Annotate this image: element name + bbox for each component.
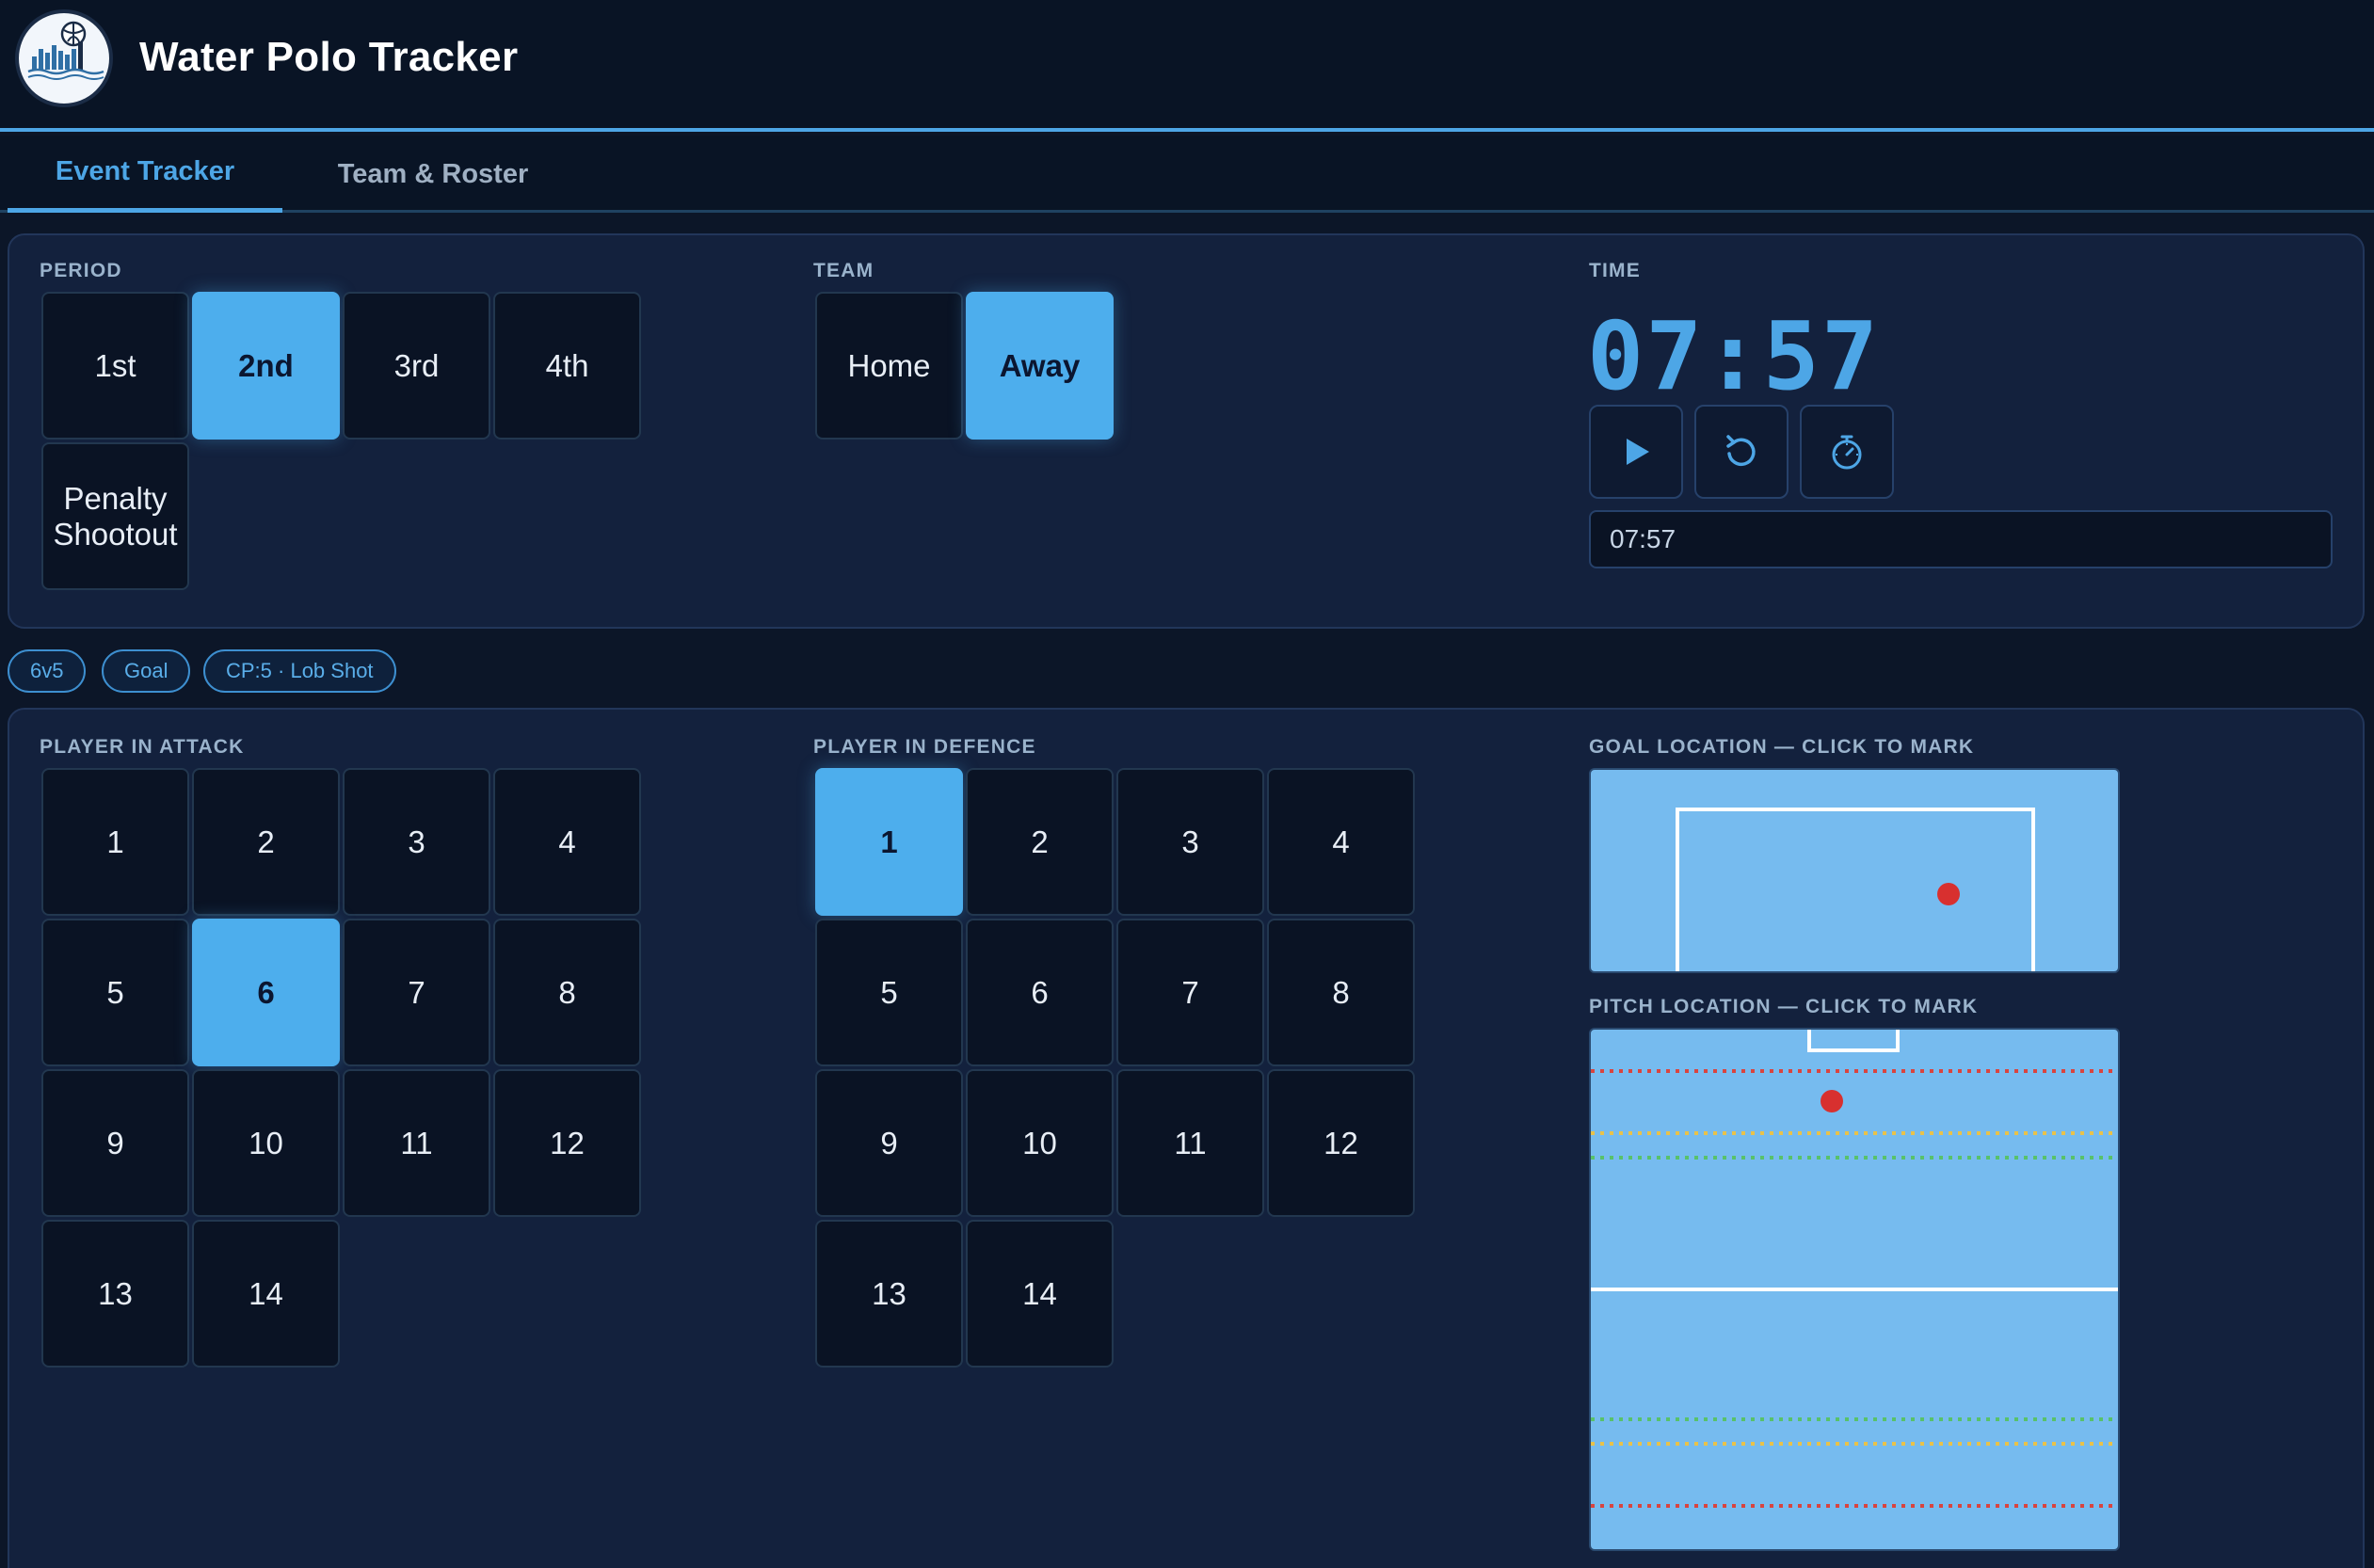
period-1st-button[interactable]: 1st	[41, 292, 189, 440]
time-input[interactable]	[1589, 510, 2333, 568]
play-icon	[1627, 439, 1649, 465]
attack-player-9[interactable]: 9	[41, 1069, 189, 1217]
attack-player-1[interactable]: 1	[41, 768, 189, 916]
defence-player-2[interactable]: 2	[966, 768, 1114, 916]
game-clock: 07:57	[1587, 301, 1881, 411]
defence-player-13[interactable]: 13	[815, 1220, 963, 1368]
attack-player-11[interactable]: 11	[343, 1069, 490, 1217]
attack-player-14[interactable]: 14	[192, 1220, 340, 1368]
app-header: Water Polo Tracker	[0, 0, 2374, 132]
attack-player-3[interactable]: 3	[343, 768, 490, 916]
defence-player-11[interactable]: 11	[1116, 1069, 1264, 1217]
attack-player-5[interactable]: 5	[41, 919, 189, 1066]
attack-player-2[interactable]: 2	[192, 768, 340, 916]
attack-player-4[interactable]: 4	[493, 768, 641, 916]
defence-label: PLAYER IN DEFENCE	[813, 736, 1036, 758]
period-2nd-button[interactable]: 2nd	[192, 292, 340, 440]
period-3rd-button[interactable]: 3rd	[343, 292, 490, 440]
attack-player-10[interactable]: 10	[192, 1069, 340, 1217]
goal-location-label: GOAL LOCATION — CLICK TO MARK	[1589, 736, 1975, 758]
defence-player-9[interactable]: 9	[815, 1069, 963, 1217]
goal-diagram	[1676, 808, 2035, 971]
play-button[interactable]	[1589, 405, 1683, 499]
stopwatch-button[interactable]	[1800, 405, 1894, 499]
goal-location-map[interactable]	[1589, 768, 2120, 973]
attack-player-8[interactable]: 8	[493, 919, 641, 1066]
reset-icon	[1726, 435, 1756, 467]
attack-player-6[interactable]: 6	[192, 919, 340, 1066]
period-4th-button[interactable]: 4th	[493, 292, 641, 440]
app-title: Water Polo Tracker	[139, 34, 519, 80]
app-logo	[15, 9, 113, 107]
pitch-location-label: PITCH LOCATION — CLICK TO MARK	[1589, 996, 1979, 1017]
reset-clock-button[interactable]	[1694, 405, 1789, 499]
defence-player-14[interactable]: 14	[966, 1220, 1114, 1368]
defence-player-7[interactable]: 7	[1116, 919, 1264, 1066]
defence-player-12[interactable]: 12	[1267, 1069, 1415, 1217]
chip-goal[interactable]: Goal	[102, 649, 191, 693]
attack-player-7[interactable]: 7	[343, 919, 490, 1066]
defence-player-1[interactable]: 1	[815, 768, 963, 916]
pitch-goal	[1807, 1030, 1900, 1052]
chip-cp-lob-shot[interactable]: CP:5 · Lob Shot	[203, 649, 396, 693]
event-settings-panel: PERIOD 1st 2nd 3rd 4th Penalty Shootout …	[8, 233, 2365, 629]
stopwatch-icon	[1832, 435, 1862, 470]
defence-player-3[interactable]: 3	[1116, 768, 1264, 916]
attack-label: PLAYER IN ATTACK	[40, 736, 245, 758]
team-label: TEAM	[813, 260, 874, 281]
chip-6v5[interactable]: 6v5	[8, 649, 87, 693]
team-away-button[interactable]: Away	[966, 292, 1114, 440]
attack-player-13[interactable]: 13	[41, 1220, 189, 1368]
tab-team-roster[interactable]: Team & Roster	[301, 136, 565, 213]
attack-player-12[interactable]: 12	[493, 1069, 641, 1217]
logo-icon	[27, 21, 104, 80]
main-tabs: Event Tracker Team & Roster	[0, 136, 2374, 213]
defence-player-6[interactable]: 6	[966, 919, 1114, 1066]
pitch-diagram	[1591, 1030, 2118, 1508]
goal-frame	[1676, 808, 2035, 971]
defence-player-4[interactable]: 4	[1267, 768, 1415, 916]
team-home-button[interactable]: Home	[815, 292, 963, 440]
goal-location-marker	[1937, 883, 1960, 905]
pitch-location-marker	[1821, 1090, 1843, 1112]
tab-event-tracker[interactable]: Event Tracker	[8, 136, 282, 213]
period-penalty-shootout-button[interactable]: Penalty Shootout	[41, 442, 189, 590]
time-label: TIME	[1589, 260, 1641, 281]
players-location-panel: PLAYER IN ATTACK 1 2 3 4 5 6 7 8 9 10 11…	[8, 708, 2365, 1568]
defence-player-10[interactable]: 10	[966, 1069, 1114, 1217]
pitch-location-map[interactable]	[1589, 1028, 2120, 1551]
period-label: PERIOD	[40, 260, 122, 281]
defence-player-8[interactable]: 8	[1267, 919, 1415, 1066]
defence-player-5[interactable]: 5	[815, 919, 963, 1066]
